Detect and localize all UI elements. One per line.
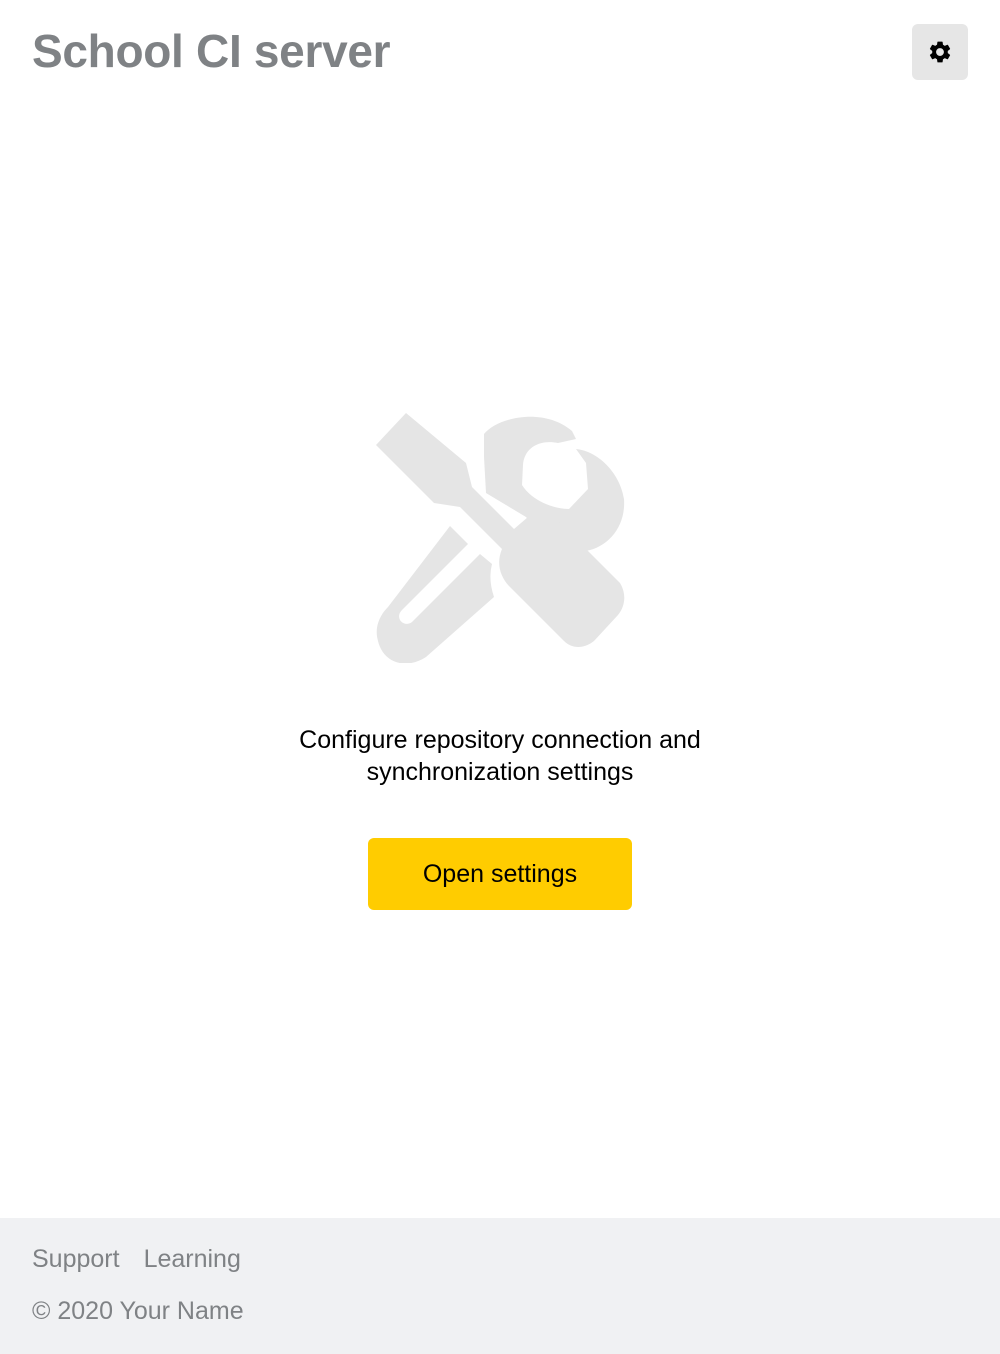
settings-button[interactable] [912,24,968,80]
footer-nav: Support Learning [32,1242,241,1276]
tools-icon [376,413,626,663]
message-line-2: synchronization settings [366,758,634,786]
page-header: School CI server [0,0,1000,104]
open-settings-button[interactable]: Open settings [368,838,632,910]
empty-state-message: Configure repository connection and sync… [200,724,800,788]
page-footer: Support Learning © 2020 Your Name [0,1218,1000,1354]
copyright-text: © 2020 Your Name [32,1297,244,1325]
message-line-1: Configure repository connection and [299,726,701,754]
app-title: School CI server [32,25,391,77]
support-link[interactable]: Support [32,1242,120,1276]
learning-link[interactable]: Learning [144,1242,241,1276]
gear-icon [927,39,953,65]
